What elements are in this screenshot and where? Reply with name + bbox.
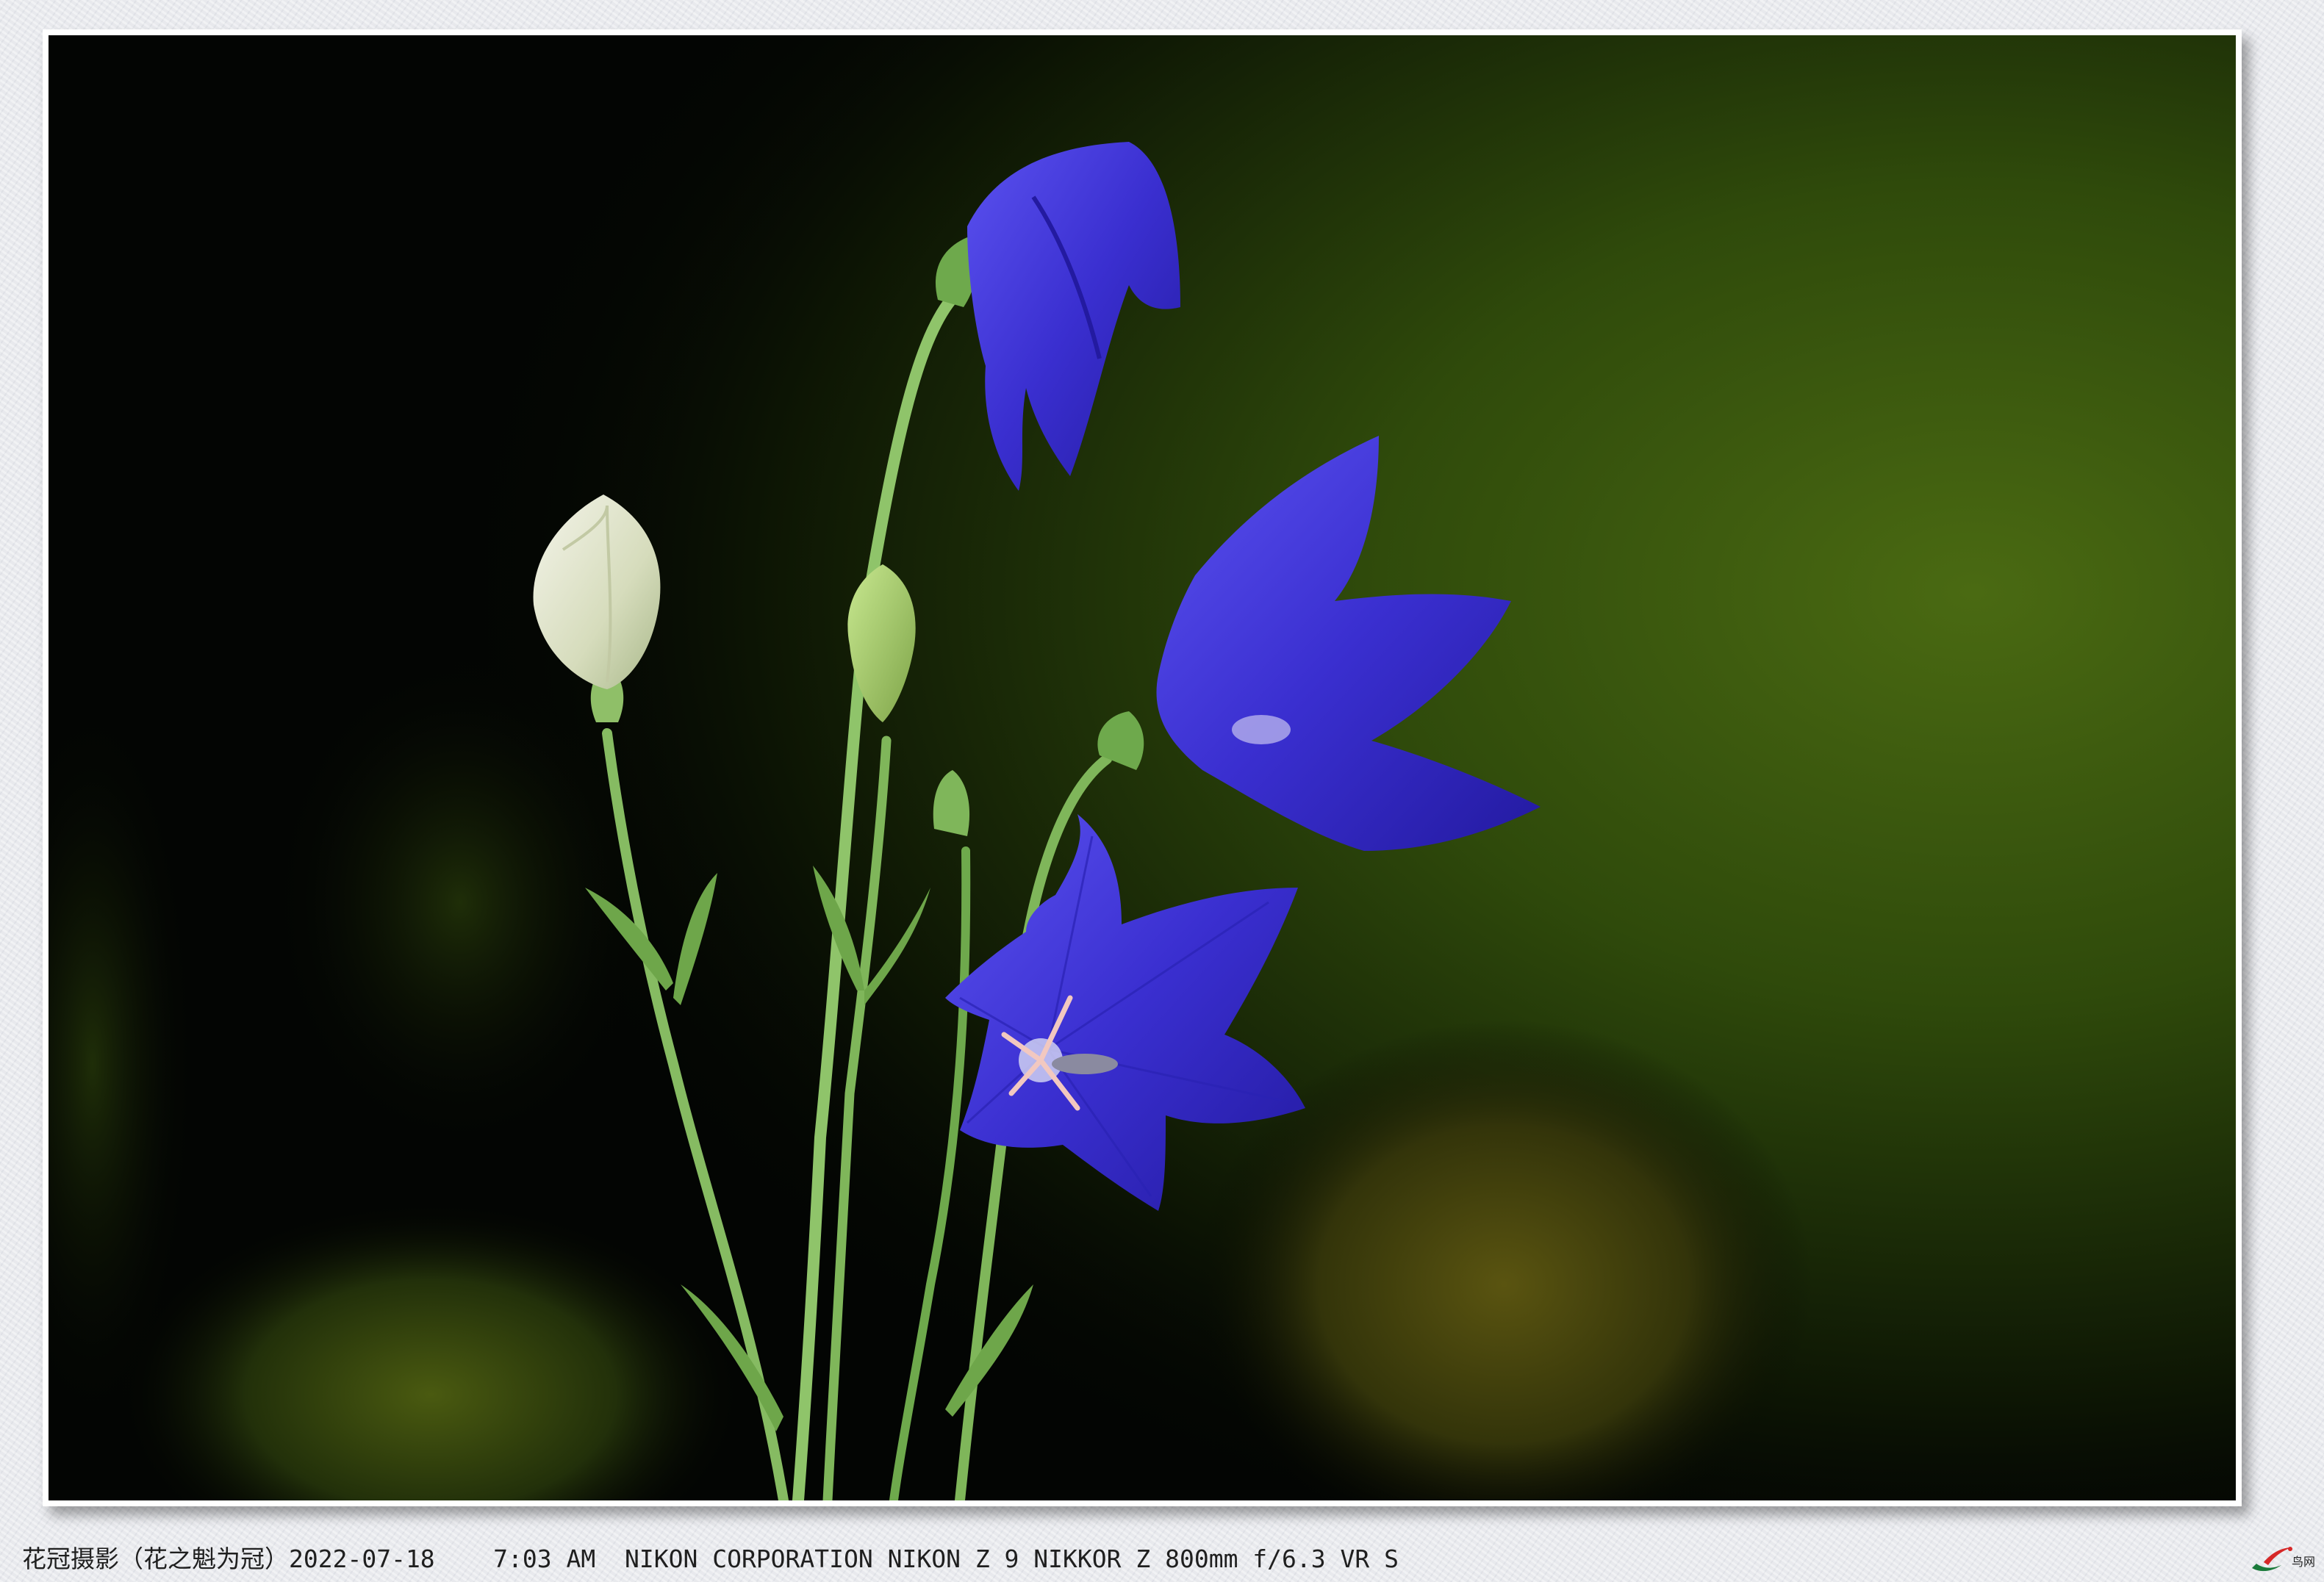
caption-date: 2022-07-18	[289, 1545, 435, 1573]
photo-frame	[43, 29, 2242, 1506]
front-flower-pistil	[1052, 1054, 1118, 1074]
photo-caption: 花冠摄影（花之魁为冠）2022-07-18 7:03 AM NIKON CORP…	[22, 1543, 1399, 1575]
caption-author: 花冠摄影（花之魁为冠）	[22, 1545, 289, 1573]
photo	[49, 35, 2236, 1500]
side-flower-center	[1232, 715, 1291, 744]
caption-time: 7:03 AM	[493, 1545, 596, 1573]
caption-camera: NIKON CORPORATION NIKON Z 9 NIKKOR Z 800…	[625, 1545, 1399, 1573]
photo-canvas	[49, 35, 2236, 1500]
dark-bokeh-left	[269, 652, 651, 1152]
watermark-text: 鸟网	[2292, 1555, 2316, 1569]
